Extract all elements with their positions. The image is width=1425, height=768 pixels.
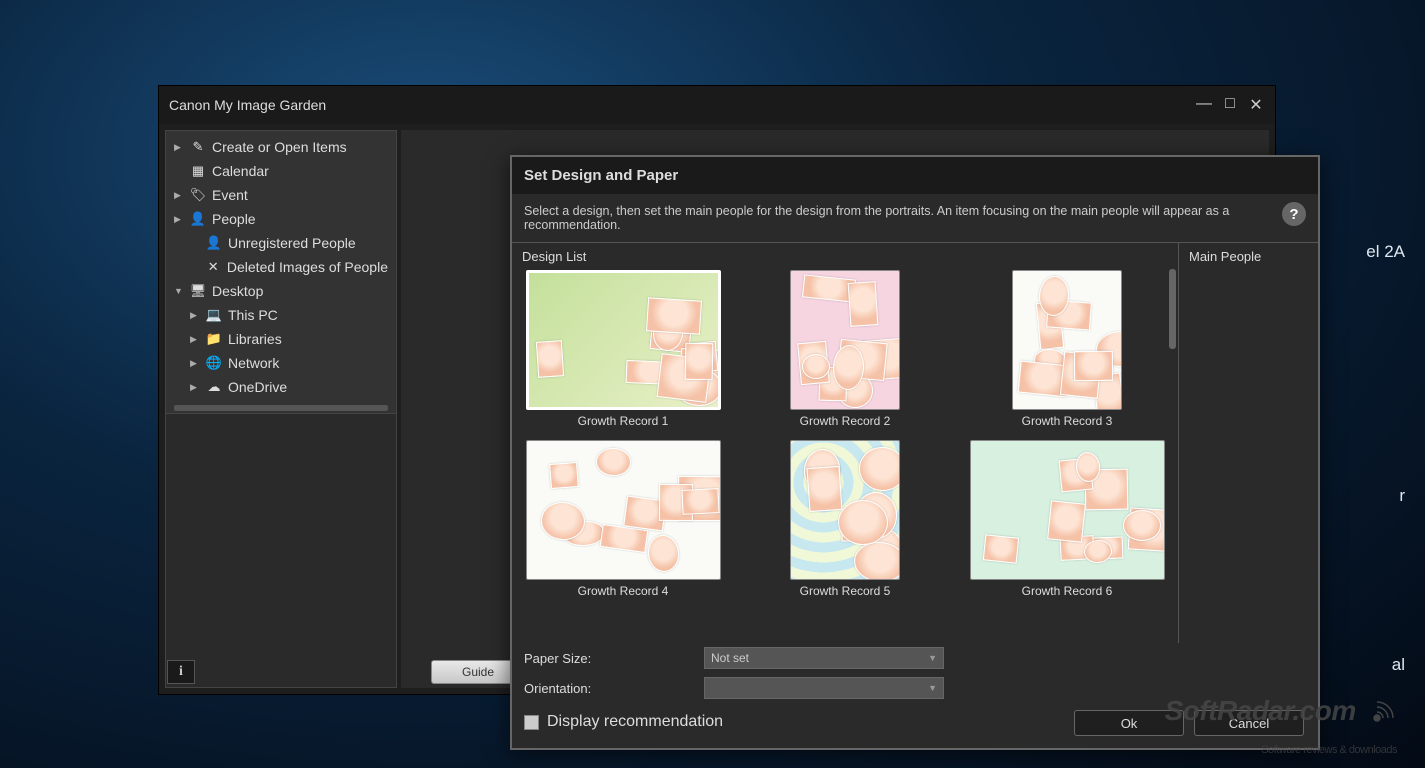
background-text: el 2A (1366, 242, 1405, 262)
tree-item-icon: 👤 (206, 235, 222, 251)
tree-item-icon: ☁ (206, 379, 222, 395)
satellite-icon (1367, 698, 1397, 728)
design-label: Growth Record 6 (1022, 584, 1113, 598)
sidebar-item[interactable]: ✕ Deleted Images of People (166, 255, 396, 279)
tree-item-icon: 💻 (206, 307, 222, 323)
orientation-select[interactable]: ▼ (704, 677, 944, 699)
tree-item-label: This PC (228, 307, 278, 323)
sidebar-item[interactable]: ▼ 🖥 Desktop (166, 279, 396, 303)
info-button[interactable]: i (167, 660, 195, 684)
sidebar-scrollbar[interactable] (174, 405, 388, 411)
design-thumbnail (790, 270, 900, 410)
expand-arrow-icon: ▶ (190, 334, 200, 345)
sidebar-item[interactable]: ▶ 👤 People (166, 207, 396, 231)
design-thumbnail (1012, 270, 1122, 410)
main-people-label: Main People (1189, 247, 1308, 270)
tree-item-icon: ✕ (206, 259, 221, 275)
display-recommendation-checkbox[interactable] (524, 715, 539, 730)
sidebar-item[interactable]: ▶ 🏷 Event (166, 183, 396, 207)
orientation-label: Orientation: (524, 681, 694, 696)
tree-item-label: Desktop (212, 283, 263, 299)
paper-size-select[interactable]: Not set ▼ (704, 647, 944, 669)
design-item[interactable]: Growth Record 3 (966, 270, 1168, 428)
minimize-button[interactable]: — (1195, 95, 1213, 115)
sidebar-item[interactable]: ▶ 🌐 Network (166, 351, 396, 375)
dialog-description: Select a design, then set the main peopl… (512, 194, 1318, 243)
design-thumbnail (526, 440, 721, 580)
design-item[interactable]: Growth Record 6 (966, 440, 1168, 598)
tree-item-label: Create or Open Items (212, 139, 347, 155)
tree-item-label: OneDrive (228, 379, 287, 395)
titlebar: Canon My Image Garden — □ ✕ (159, 86, 1275, 124)
main-people-panel: Main People (1178, 243, 1318, 643)
sidebar-item[interactable]: ▶ ✎ Create or Open Items (166, 135, 396, 159)
tree-item-label: Libraries (228, 331, 282, 347)
tree-item-label: Calendar (212, 163, 269, 179)
tree-item-icon: ✎ (190, 139, 206, 155)
sidebar-tree: ▶ ✎ Create or Open Items ▦ Calendar ▶ 🏷 Event ▶ 👤… (166, 131, 396, 403)
display-recommendation-label: Display recommendation (547, 713, 723, 731)
window-controls: — □ ✕ (1195, 95, 1265, 115)
sidebar-item[interactable]: ▶ ☁ OneDrive (166, 375, 396, 399)
set-design-dialog: Set Design and Paper Select a design, th… (510, 155, 1320, 750)
dialog-title: Set Design and Paper (512, 157, 1318, 194)
design-list-panel: Design List Growth Record 1 Growth Record… (512, 243, 1178, 643)
sidebar: ▶ ✎ Create or Open Items ▦ Calendar ▶ 🏷 Event ▶ 👤… (165, 130, 397, 688)
expand-arrow-icon: ▶ (174, 214, 184, 225)
tree-item-icon: 👤 (190, 211, 206, 227)
design-label: Growth Record 2 (800, 414, 891, 428)
design-label: Growth Record 4 (578, 584, 669, 598)
expand-arrow-icon: ▶ (190, 310, 200, 321)
sidebar-preview-area (166, 413, 396, 687)
design-label: Growth Record 3 (1022, 414, 1113, 428)
background-text: r (1399, 486, 1405, 506)
chevron-down-icon: ▼ (928, 683, 937, 693)
help-icon[interactable]: ? (1282, 202, 1306, 226)
tree-item-icon: 🖥 (190, 283, 206, 299)
tree-item-icon: 🌐 (206, 355, 222, 371)
tree-item-label: Unregistered People (228, 235, 356, 251)
expand-arrow-icon: ▶ (174, 142, 184, 153)
expand-arrow-icon: ▶ (190, 358, 200, 369)
tree-item-icon: 📁 (206, 331, 222, 347)
design-item[interactable]: Growth Record 5 (744, 440, 946, 598)
design-thumbnail (526, 270, 721, 410)
design-thumbnail (790, 440, 900, 580)
design-label: Growth Record 1 (578, 414, 669, 428)
design-label: Growth Record 5 (800, 584, 891, 598)
expand-arrow-icon: ▶ (190, 382, 200, 393)
cancel-button[interactable]: Cancel (1194, 710, 1304, 736)
design-item[interactable]: Growth Record 2 (744, 270, 946, 428)
window-title: Canon My Image Garden (169, 97, 326, 113)
sidebar-item[interactable]: 👤 Unregistered People (166, 231, 396, 255)
design-item[interactable]: Growth Record 4 (522, 440, 724, 598)
sidebar-item[interactable]: ▦ Calendar (166, 159, 396, 183)
tree-item-label: Network (228, 355, 279, 371)
close-button[interactable]: ✕ (1247, 95, 1265, 115)
design-item[interactable]: Growth Record 1 (522, 270, 724, 428)
tree-item-label: People (212, 211, 256, 227)
paper-size-label: Paper Size: (524, 651, 694, 666)
sidebar-item[interactable]: ▶ 💻 This PC (166, 303, 396, 327)
tree-item-label: Deleted Images of People (227, 259, 388, 275)
background-text: al (1392, 655, 1405, 675)
design-scrollbar[interactable] (1169, 269, 1176, 349)
tree-item-label: Event (212, 187, 248, 203)
design-list-label: Design List (522, 247, 1168, 270)
expand-arrow-icon: ▼ (174, 286, 184, 296)
maximize-button[interactable]: □ (1221, 95, 1239, 115)
ok-button[interactable]: Ok (1074, 710, 1184, 736)
expand-arrow-icon: ▶ (174, 190, 184, 201)
chevron-down-icon: ▼ (928, 653, 937, 663)
sidebar-item[interactable]: ▶ 📁 Libraries (166, 327, 396, 351)
design-thumbnail (970, 440, 1165, 580)
tree-item-icon: 🏷 (190, 187, 206, 203)
tree-item-icon: ▦ (190, 163, 206, 179)
